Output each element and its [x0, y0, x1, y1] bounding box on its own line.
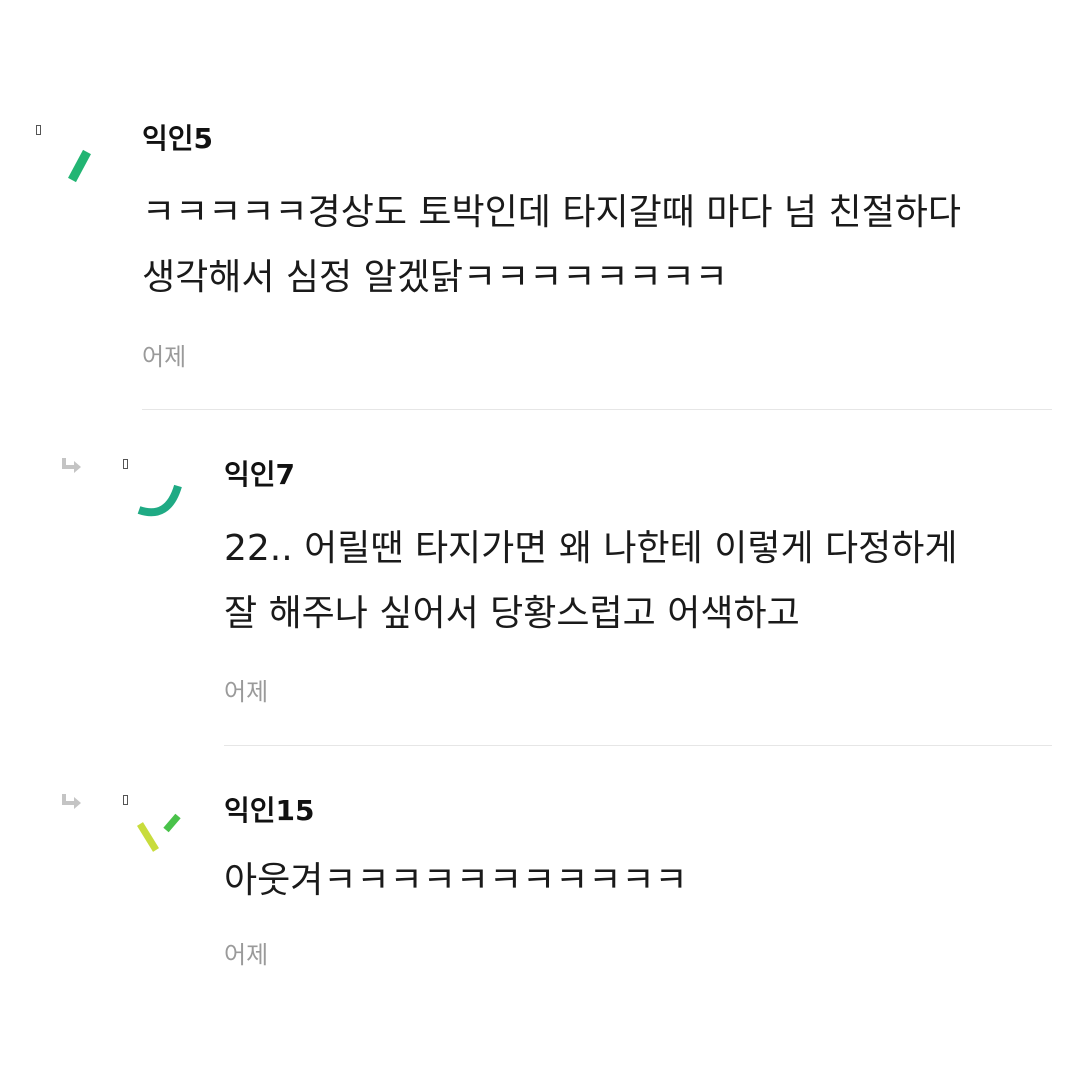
comment-timestamp: 어제 — [142, 343, 187, 371]
comment-body-line: ㅋㅋㅋㅋㅋ경상도 토박인데 타지갈때 마다 넘 친절하다 — [142, 192, 961, 233]
comment-timestamp: 어제 — [224, 678, 269, 706]
comment-body-line: 아웃겨ㅋㅋㅋㅋㅋㅋㅋㅋㅋㅋㅋ — [224, 860, 688, 901]
green-dash-icon[interactable] — [58, 138, 112, 192]
reply-arrow-icon — [62, 458, 81, 473]
comment-body-line: 생각해서 심정 알겠닭ㅋㅋㅋㅋㅋㅋㅋㅋ — [142, 257, 728, 298]
comment-author[interactable]: 익인15 — [224, 794, 315, 828]
comment-marker-icon — [36, 125, 41, 135]
lime-slashes-icon[interactable] — [134, 808, 188, 862]
reply-arrow-icon — [62, 794, 81, 809]
comment-author[interactable]: 익인5 — [142, 122, 213, 156]
comment-timestamp: 어제 — [224, 941, 269, 969]
green-smile-arc-icon[interactable] — [134, 474, 188, 528]
comment-divider — [142, 409, 1052, 410]
comment-body-line: 22.. 어릴땐 타지가면 왜 나한테 이렇게 다정하게 — [224, 528, 958, 569]
comment-body-line: 잘 해주나 싶어서 당황스럽고 어색하고 — [224, 593, 800, 634]
comment-author[interactable]: 익인7 — [224, 458, 295, 492]
comment-divider — [224, 745, 1052, 746]
comment-marker-icon — [123, 795, 128, 805]
comment-marker-icon — [123, 459, 128, 469]
